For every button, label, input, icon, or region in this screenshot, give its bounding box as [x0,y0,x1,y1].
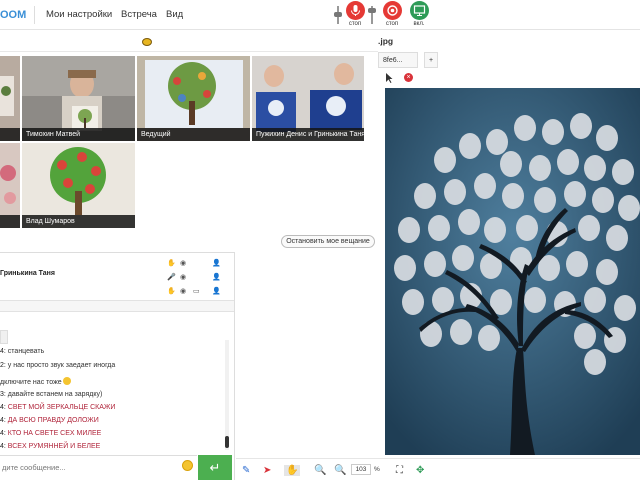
participants-footer [0,300,234,312]
chat-message: 4: КТО НА СВЕТЕ СЕХ МИЛЕЕ [0,430,101,437]
mic-volume-slider[interactable] [334,6,342,24]
chat-author: 4: [0,443,6,450]
video-tile[interactable] [0,143,20,228]
top-bar: OOM Мои настройки Встреча Вид стоп стоп … [0,0,640,30]
divider [0,252,234,253]
chat-message: 2: у нас просто звук заедает иногда [0,362,115,369]
chat-text: дключите нас тоже [0,379,62,386]
video-tile[interactable]: Пужихин Денис и Гринькина Таня [252,56,364,141]
menu-view[interactable]: Вид [166,9,183,20]
smile-emoji-icon [62,377,71,385]
monitor-icon [409,1,429,20]
chat-author: 4: [0,348,6,355]
webcam-icon[interactable]: ◉ [180,287,187,295]
camera-stop-button[interactable]: стоп [381,1,403,27]
fingerprint-tree-picture [385,88,640,455]
zoom-unit-label: % [374,466,380,473]
expand-icon[interactable]: ✥ [416,465,424,476]
chat-text: СВЕТ МОЙ ЗЕРКАЛЬЦЕ СКАЖИ [7,404,116,411]
chat-text: ВСЕХ РУМЯННЕЙ И БЕЛЕЕ [7,443,101,450]
screen-icon[interactable]: ▭ [193,287,200,295]
add-tab-button[interactable]: + [424,52,438,68]
participant-row[interactable]: Гринькина Таня 🎤 ◉ 👤 [0,270,232,284]
divider [34,6,35,24]
chat-message: 4: ДА ВСЮ ПРАВДУ ДОЛОЖИ [0,417,99,424]
video-tile[interactable]: Тимохин Матвей [22,56,135,141]
hand-icon[interactable]: ✋ [167,259,176,267]
video-tile-name: Пужихин Денис и Гринькина Таня [252,128,364,141]
chat-author: 4: [0,430,6,437]
video-tile-name: Влад Шумаров [22,215,135,228]
participant-row[interactable]: ✋ ◉ ▭ 👤 [0,284,232,298]
video-tile[interactable]: Ведущий [137,56,250,141]
chat-text: ДА ВСЮ ПРАВДУ ДОЛОЖИ [7,417,99,424]
microphone-icon [345,1,365,20]
chat-author: 4: [0,404,6,411]
menu-meeting[interactable]: Встреча [121,9,157,20]
camera-stop-label: стоп [385,21,399,27]
chat-tab[interactable] [0,330,8,344]
hand-tool-icon[interactable]: ✋ [284,465,301,476]
whiteboard-toolbar: ✎ ➤ ✋ 🔍 🔍 103 % ⛶ ✥ [236,458,640,480]
microphone-icon[interactable]: 🎤 [167,273,176,281]
chat-author: 3: [0,391,6,398]
video-panel-header [0,30,378,52]
video-tile-name [0,128,20,141]
chat-input-placeholder: дите сообщение... [2,463,66,472]
screen-share-label: вкл. [413,21,425,27]
send-message-button[interactable]: ↵ [198,455,232,480]
chat-message: 4: СВЕТ МОЙ ЗЕРКАЛЬЦЕ СКАЖИ [0,404,115,411]
chat-text: давайте встанем на зарядку) [7,391,103,398]
screen-share-button[interactable]: вкл. [408,1,430,27]
stop-broadcast-button[interactable]: Остановить мое вещание [281,235,375,248]
zoom-in-icon[interactable]: 🔍 [314,465,326,476]
chat-scrollbar-thumb[interactable] [225,436,229,448]
user-icon: 👤 [212,288,221,295]
pointer-tool-icon[interactable] [385,73,393,83]
app-logo: OOM [0,9,27,21]
chat-text: у нас просто звук заедает иногда [7,362,116,369]
bee-icon [142,38,152,46]
video-tile[interactable] [0,56,20,141]
chat-message-input[interactable]: дите сообщение... [0,455,197,480]
pointer-tool-icon[interactable]: ➤ [263,465,271,476]
chat-message: дключите нас тоже [0,377,71,386]
emoji-picker-icon[interactable] [182,460,193,471]
fit-screen-icon[interactable]: ⛶ [396,465,403,476]
mic-stop-button[interactable]: стоп [344,1,366,27]
chat-scrollbar[interactable] [225,340,229,450]
chat-author: 4: [0,417,6,424]
whiteboard-image [385,88,640,455]
video-tile-name [0,215,20,228]
user-icon: 👤 [212,260,221,267]
camera-icon [382,1,402,20]
camera-slider[interactable] [368,6,376,24]
menu-my-settings[interactable]: Мои настройки [46,9,112,20]
chat-text: станцевать [7,348,45,355]
pencil-tool-icon[interactable]: ✎ [242,465,250,476]
video-tile-name: Ведущий [137,128,250,141]
chat-author: 2: [0,362,6,369]
chat-message: 3: давайте встанем на зарядку) [0,391,102,398]
divider [234,252,235,480]
zoom-out-icon[interactable]: 🔍 [334,465,346,476]
video-tile[interactable]: Влад Шумаров [22,143,135,228]
mic-stop-label: стоп [348,21,362,27]
webcam-icon[interactable]: ◉ [180,259,187,267]
video-tile-name: Тимохин Матвей [22,128,135,141]
whiteboard-title: .jpg [378,36,394,46]
participant-row[interactable]: ✋ ◉ 👤 [0,256,232,270]
close-icon[interactable]: × [404,73,413,82]
zoom-level-field[interactable]: 103 [351,464,371,475]
chat-text: КТО НА СВЕТЕ СЕХ МИЛЕЕ [7,430,102,437]
whiteboard-tab[interactable]: 8fe6... [378,52,418,68]
chat-message: 4: станцевать [0,348,44,355]
hand-icon[interactable]: ✋ [167,287,176,295]
user-icon: 👤 [212,274,221,281]
participant-name: Гринькина Таня [0,270,55,277]
webcam-icon[interactable]: ◉ [180,273,187,281]
chat-message: 4: ВСЕХ РУМЯННЕЙ И БЕЛЕЕ [0,443,100,450]
